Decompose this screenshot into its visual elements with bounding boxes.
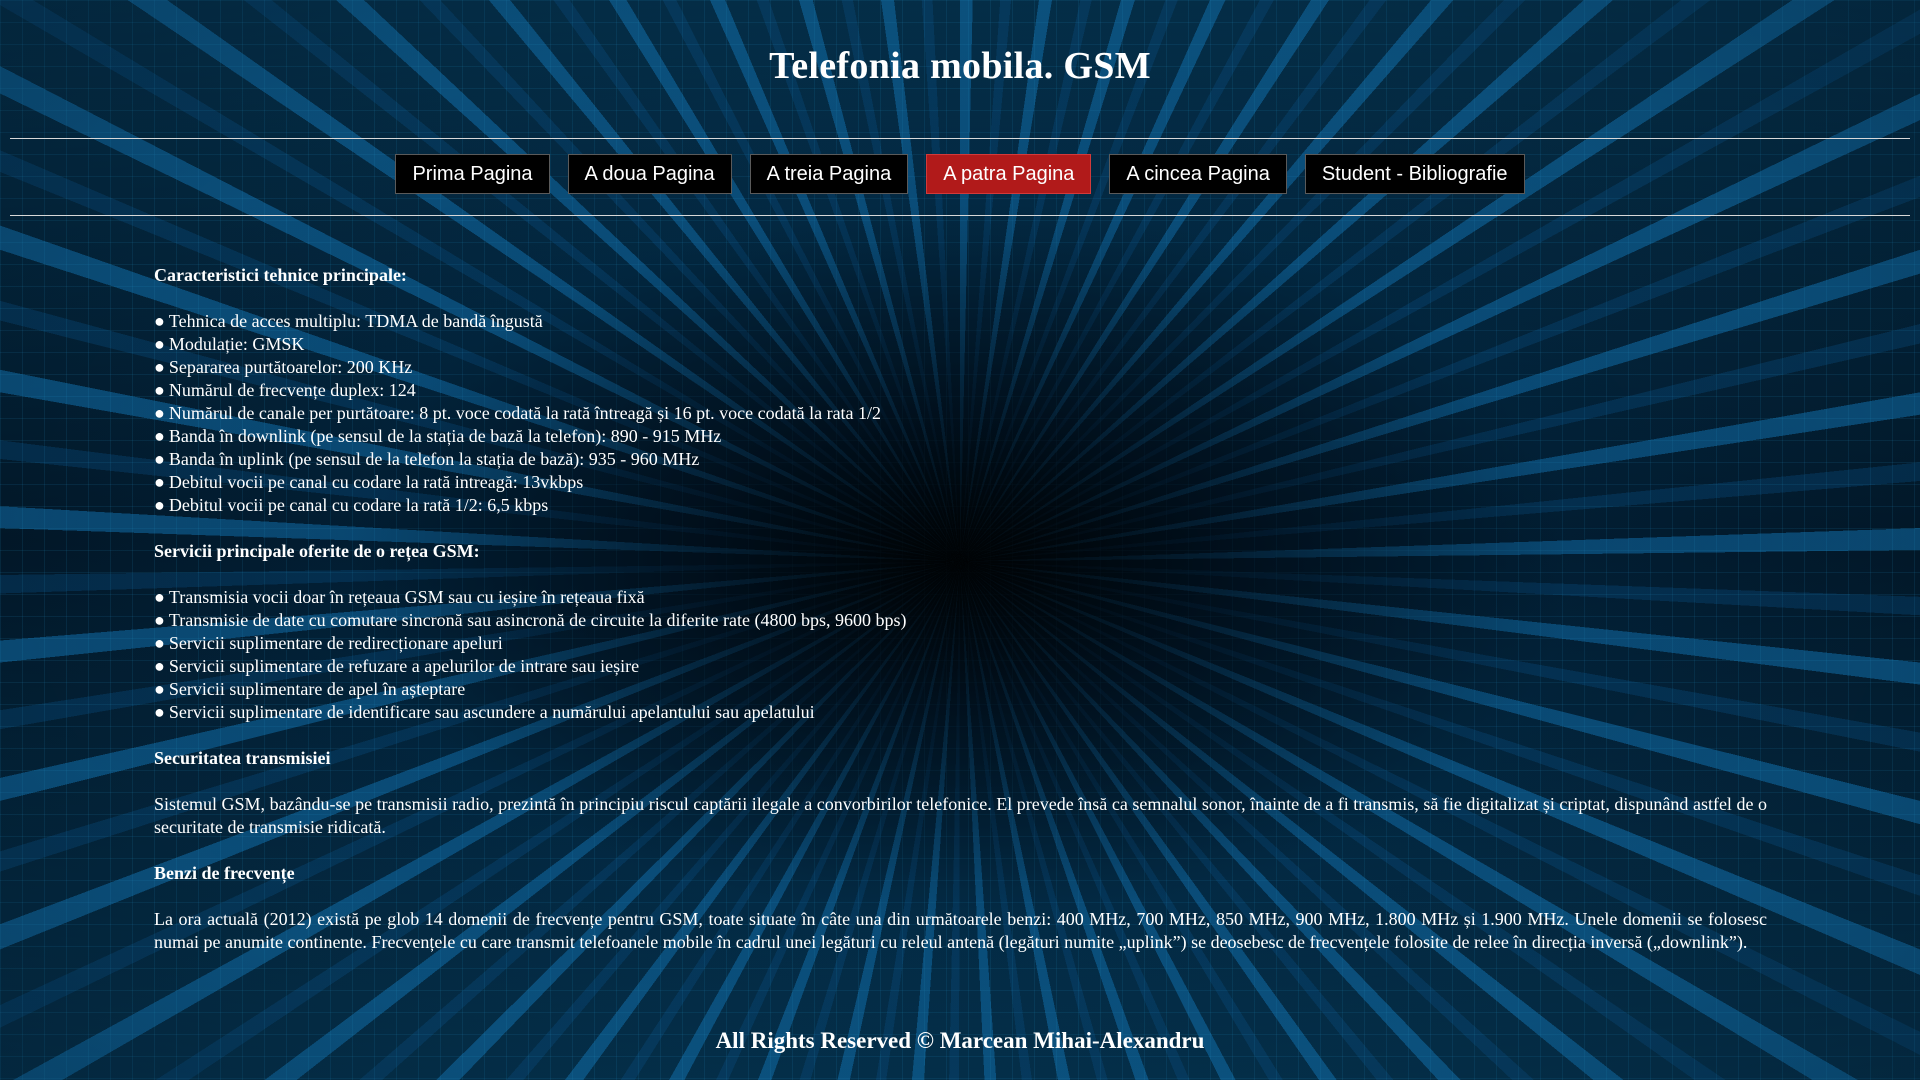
bullet-icon: ● — [154, 357, 165, 377]
bullet-icon: ● — [154, 380, 165, 400]
nav-item-a-treia-pagina[interactable]: A treia Pagina — [749, 154, 909, 194]
bullet-icon: ● — [154, 633, 165, 653]
nav-item-prima-pagina[interactable]: Prima Pagina — [395, 154, 550, 194]
nav-item-student-bibliografie[interactable]: Student - Bibliografie — [1304, 154, 1525, 194]
list-item: ● Tehnica de acces multiplu: TDMA de band… — [154, 311, 543, 331]
nav-item-a-cincea-pagina[interactable]: A cincea Pagina — [1109, 154, 1287, 194]
bullet-icon: ● — [154, 656, 165, 676]
bullet-icon: ● — [154, 679, 165, 699]
list-item: ● Numărul de canale per purtătoare: 8 pt.… — [154, 403, 882, 423]
list-item: ● Debitul vocii pe canal cu codare la rat… — [154, 495, 549, 515]
list-item: ● Transmisie de date cu comutare sincronă… — [154, 610, 907, 630]
list-item: ● Servicii suplimentare de identificare s… — [154, 702, 815, 722]
bullet-icon: ● — [154, 334, 165, 354]
bullet-icon: ● — [154, 702, 165, 722]
bullet-icon: ● — [154, 472, 165, 492]
security-heading: Securitatea transmisiei — [154, 748, 331, 768]
bullet-icon: ● — [154, 587, 165, 607]
list-item: ● Servicii suplimentare de apel în aștept… — [154, 679, 466, 699]
bullet-icon: ● — [154, 449, 165, 469]
list-item: ● Numărul de frecvențe duplex: 124 — [154, 380, 416, 400]
nav-item-a-patra-pagina[interactable]: A patra Pagina — [926, 154, 1092, 194]
divider-bottom — [10, 215, 1910, 216]
divider-top — [10, 138, 1910, 139]
main-nav: Prima Pagina A doua Pagina A treia Pagin… — [0, 154, 1920, 194]
bands-paragraph: La ora actuală (2012) există pe glob 14 … — [154, 909, 1767, 952]
bands-heading: Benzi de frecvențe — [154, 863, 295, 883]
page: Telefonia mobila. GSM Prima Pagina A dou… — [0, 0, 1920, 1080]
tech-list: ● Tehnica de acces multiplu: TDMA de band… — [154, 310, 1767, 517]
bullet-icon: ● — [154, 403, 165, 423]
bullet-icon: ● — [154, 495, 165, 515]
bullet-icon: ● — [154, 311, 165, 331]
list-item: ● Servicii suplimentare de refuzare a ape… — [154, 656, 640, 676]
bullet-icon: ● — [154, 610, 165, 630]
main-content: Caracteristici tehnice principale: ● Tehn… — [154, 264, 1767, 954]
services-heading: Servicii principale oferite de o rețea G… — [154, 541, 480, 561]
list-item: ● Modulație: GMSK — [154, 334, 305, 354]
bullet-icon: ● — [154, 426, 165, 446]
services-list: ● Transmisia vocii doar în rețeaua GSM sa… — [154, 586, 1767, 724]
list-item: ● Transmisia vocii doar în rețeaua GSM sa… — [154, 587, 645, 607]
list-item: ● Banda în downlink (pe sensul de la staț… — [154, 426, 722, 446]
site-title: Telefonia mobila. GSM — [769, 45, 1151, 87]
nav-item-a-doua-pagina[interactable]: A doua Pagina — [567, 154, 732, 194]
security-paragraph: Sistemul GSM, bazându-se pe transmisii r… — [154, 794, 1767, 837]
list-item: ● Servicii suplimentare de redirecționare… — [154, 633, 503, 653]
list-item: ● Separarea purtătoarelor: 200 KHz — [154, 357, 413, 377]
list-item: ● Banda în uplink (pe sensul de la telefo… — [154, 449, 700, 469]
tech-heading: Caracteristici tehnice principale: — [154, 265, 407, 285]
footer-copyright: All Rights Reserved © Marcean Mihai-Alex… — [715, 1028, 1205, 1053]
list-item: ● Debitul vocii pe canal cu codare la rat… — [154, 472, 584, 492]
